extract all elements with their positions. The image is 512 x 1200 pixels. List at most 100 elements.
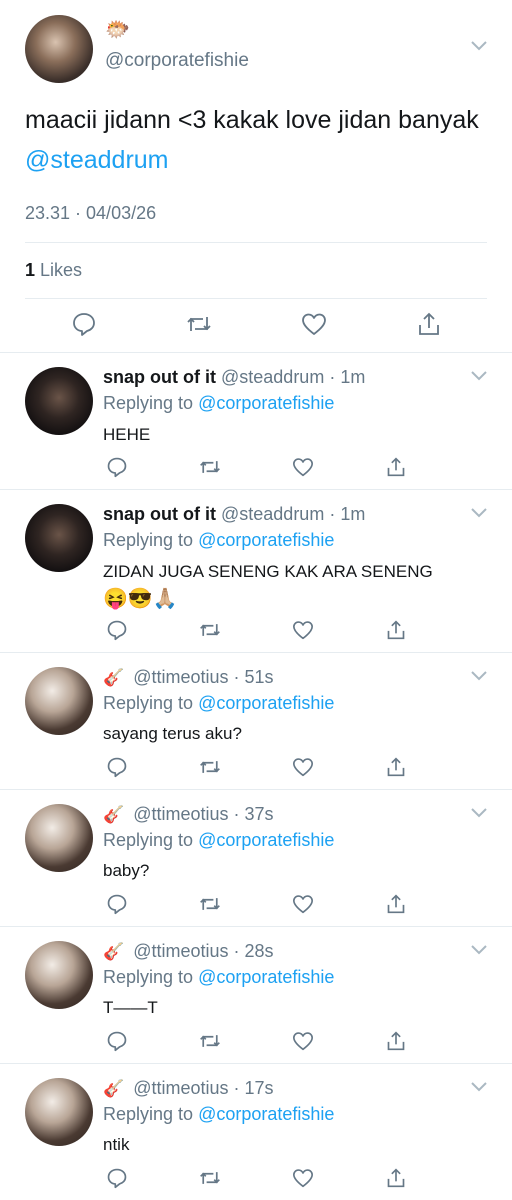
reply-tweet[interactable]: 🎸 @ttimeotius · 17s Replying to @corpora… <box>0 1063 512 1200</box>
display-name[interactable]: snap out of it <box>103 367 216 387</box>
like-button[interactable] <box>289 453 317 481</box>
chevron-down-icon[interactable] <box>470 370 488 382</box>
display-name[interactable]: 🎸 <box>103 668 124 688</box>
retweet-button[interactable] <box>196 1164 224 1192</box>
retweet-button[interactable] <box>196 453 224 481</box>
share-button[interactable] <box>382 753 410 781</box>
reply-time: 28s <box>244 941 274 961</box>
retweet-icon <box>200 1172 220 1184</box>
retweet-icon <box>200 624 220 636</box>
tweet-timestamp: 23.31 · 04/03/26 <box>25 203 157 223</box>
author-handle[interactable]: @ttimeotius <box>133 941 228 961</box>
reply-button[interactable] <box>103 1164 131 1192</box>
retweet-button[interactable] <box>185 310 213 338</box>
share-icon <box>387 757 405 777</box>
heart-icon <box>293 1032 313 1051</box>
action-bar <box>103 890 413 918</box>
reply-header: snap out of it @steaddrum · 1m <box>103 504 366 524</box>
reply-button[interactable] <box>103 890 131 918</box>
avatar[interactable] <box>25 367 93 435</box>
reply-icon <box>107 894 127 915</box>
avatar[interactable] <box>25 504 93 572</box>
replying-to-link[interactable]: @corporatefishie <box>198 967 334 987</box>
share-icon <box>387 457 405 477</box>
retweet-button[interactable] <box>196 1027 224 1055</box>
reply-button[interactable] <box>103 753 131 781</box>
divider <box>25 242 487 243</box>
reply-header: 🎸 @ttimeotius · 37s <box>103 804 274 825</box>
reply-tweet[interactable]: 🎸 @ttimeotius · 28s Replying to @corpora… <box>0 926 512 1063</box>
chevron-down-icon[interactable] <box>470 40 488 52</box>
reply-tweet[interactable]: snap out of it @steaddrum · 1m Replying … <box>0 489 512 652</box>
mention-link[interactable]: @steaddrum <box>25 146 169 174</box>
display-name[interactable]: snap out of it <box>103 504 216 524</box>
replying-to: Replying to @corporatefishie <box>103 693 335 713</box>
divider <box>25 298 487 299</box>
share-button[interactable] <box>382 616 410 644</box>
display-name[interactable]: 🎸 <box>103 805 124 825</box>
replying-to-link[interactable]: @corporatefishie <box>198 530 334 550</box>
reply-tweet[interactable]: 🎸 @ttimeotius · 37s Replying to @corpora… <box>0 789 512 926</box>
reply-button[interactable] <box>103 1027 131 1055</box>
avatar[interactable] <box>25 1078 93 1146</box>
reply-icon <box>107 1031 127 1052</box>
reply-tweet[interactable]: 🎸 @ttimeotius · 51s Replying to @corpora… <box>0 652 512 789</box>
like-button[interactable] <box>289 1027 317 1055</box>
chevron-down-icon[interactable] <box>470 507 488 519</box>
reply-header: 🎸 @ttimeotius · 51s <box>103 667 274 688</box>
replying-to-link[interactable]: @corporatefishie <box>198 830 334 850</box>
replying-to-link[interactable]: @corporatefishie <box>198 1104 334 1124</box>
share-button[interactable] <box>382 1027 410 1055</box>
reply-time: 51s <box>244 667 274 687</box>
like-button[interactable] <box>300 310 328 338</box>
like-button[interactable] <box>289 890 317 918</box>
reply-text: ntik <box>103 1135 130 1154</box>
chevron-down-icon[interactable] <box>470 1081 488 1093</box>
author-handle[interactable]: @steaddrum <box>221 367 324 387</box>
retweet-button[interactable] <box>196 753 224 781</box>
retweet-icon <box>187 317 211 331</box>
reply-header: 🎸 @ttimeotius · 28s <box>103 941 274 962</box>
share-button[interactable] <box>382 1164 410 1192</box>
share-button[interactable] <box>382 890 410 918</box>
reply-button[interactable] <box>70 310 98 338</box>
author-handle[interactable]: @corporatefishie <box>105 50 249 72</box>
retweet-button[interactable] <box>196 616 224 644</box>
chevron-down-icon[interactable] <box>470 670 488 682</box>
action-bar <box>103 616 413 644</box>
reply-button[interactable] <box>103 616 131 644</box>
chevron-down-icon[interactable] <box>470 944 488 956</box>
replying-to-link[interactable]: @corporatefishie <box>198 393 334 413</box>
display-name[interactable]: 🎸 <box>103 942 124 962</box>
replying-to-link[interactable]: @corporatefishie <box>198 693 334 713</box>
author-handle[interactable]: @ttimeotius <box>133 1078 228 1098</box>
avatar[interactable] <box>25 15 93 83</box>
share-icon <box>387 1168 405 1188</box>
heart-icon <box>302 313 326 335</box>
share-icon <box>387 1031 405 1051</box>
like-button[interactable] <box>289 753 317 781</box>
chevron-down-icon[interactable] <box>470 807 488 819</box>
author-handle[interactable]: @ttimeotius <box>133 667 228 687</box>
share-icon <box>419 312 439 335</box>
author-handle[interactable]: @ttimeotius <box>133 804 228 824</box>
reply-time: 17s <box>244 1078 274 1098</box>
share-button[interactable] <box>382 453 410 481</box>
share-button[interactable] <box>415 310 443 338</box>
heart-icon <box>293 458 313 477</box>
like-button[interactable] <box>289 1164 317 1192</box>
reply-button[interactable] <box>103 453 131 481</box>
replying-to: Replying to @corporatefishie <box>103 830 335 850</box>
action-bar <box>103 453 413 481</box>
like-button[interactable] <box>289 616 317 644</box>
reply-tweet[interactable]: snap out of it @steaddrum · 1m Replying … <box>0 352 512 489</box>
replying-to: Replying to @corporatefishie <box>103 530 335 550</box>
reply-time: 1m <box>340 504 366 524</box>
retweet-button[interactable] <box>196 890 224 918</box>
avatar[interactable] <box>25 941 93 1009</box>
avatar[interactable] <box>25 667 93 735</box>
display-name[interactable]: 🎸 <box>103 1079 124 1099</box>
avatar[interactable] <box>25 804 93 872</box>
author-handle[interactable]: @steaddrum <box>221 504 324 524</box>
likes-count[interactable]: 1 Likes <box>25 260 82 281</box>
